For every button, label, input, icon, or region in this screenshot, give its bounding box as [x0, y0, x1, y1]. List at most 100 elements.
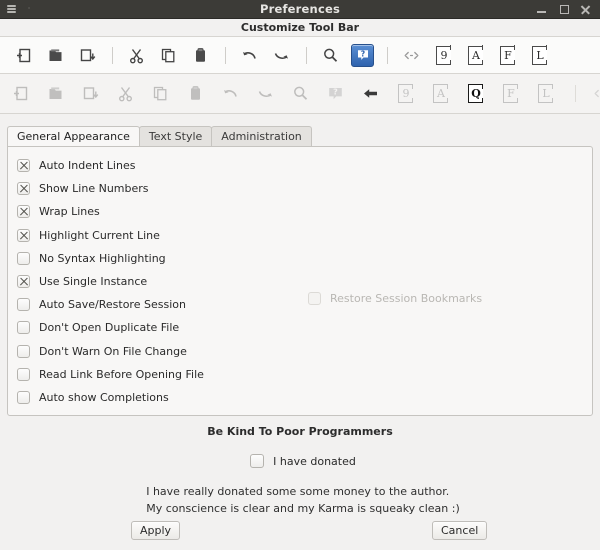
redo-icon[interactable] — [268, 42, 295, 69]
code-tags-icon[interactable] — [398, 42, 425, 69]
checkbox[interactable] — [17, 390, 30, 404]
letterbox-face: 9 — [436, 45, 451, 65]
letter-l-box-icon[interactable]: L — [526, 42, 553, 69]
minimize-icon[interactable] — [536, 4, 547, 15]
option-label: Read Link Before Opening File — [39, 367, 204, 381]
option-auto-indent-lines[interactable]: Auto Indent Lines — [17, 154, 204, 177]
line-number-box-icon[interactable]: 9 — [430, 42, 457, 69]
undo-icon[interactable] — [236, 42, 263, 69]
letter-q-box-icon[interactable]: Q — [462, 80, 489, 107]
maximize-icon[interactable] — [558, 4, 569, 15]
hamburger-icon[interactable] — [7, 5, 16, 13]
open-folder-icon[interactable] — [42, 80, 69, 107]
line-number-box-icon[interactable]: 9 — [392, 80, 419, 107]
checkbox[interactable] — [17, 275, 30, 289]
search-icon[interactable] — [317, 42, 344, 69]
new-file-icon[interactable] — [7, 80, 34, 107]
window-title: Preferences — [259, 2, 341, 16]
general-options-right-column: Restore Session Bookmarks — [308, 287, 482, 310]
toolbar-separator — [306, 46, 307, 64]
option-restore-session-bookmarks: Restore Session Bookmarks — [308, 287, 482, 310]
available-toolbar[interactable]: ? 9 A Q F L — [0, 74, 600, 114]
letterbox-face: A — [433, 83, 448, 104]
new-file-icon[interactable] — [10, 42, 37, 69]
search-icon[interactable] — [287, 80, 314, 107]
letter-l-box-icon[interactable]: L — [532, 80, 559, 107]
tab-label: General Appearance — [17, 130, 130, 143]
checkbox[interactable] — [17, 344, 30, 358]
donation-message-line-1: I have really donated some some money to… — [146, 485, 450, 498]
paste-icon[interactable] — [182, 80, 209, 107]
checkbox[interactable] — [17, 205, 30, 219]
option-label: I have donated — [273, 454, 356, 468]
checkbox[interactable] — [17, 228, 30, 242]
letter-a-box-icon[interactable]: A — [462, 42, 489, 69]
open-folder-icon[interactable] — [42, 42, 69, 69]
copy-icon[interactable] — [147, 80, 174, 107]
help-icon[interactable]: ? — [322, 80, 349, 107]
dialog-button-bar: Apply Cancel — [0, 517, 600, 550]
donation-heading: Be Kind To Poor Programmers — [207, 425, 393, 438]
copy-icon[interactable] — [155, 42, 182, 69]
back-arrow-icon[interactable] — [357, 80, 384, 107]
help-button-face: ? — [351, 43, 374, 67]
tab-text-style[interactable]: Text Style — [138, 126, 213, 146]
apply-button[interactable]: Apply — [131, 521, 181, 540]
option-label: Auto Save/Restore Session — [39, 298, 186, 312]
donation-section: Be Kind To Poor Programmers I have donat… — [0, 416, 600, 517]
checkbox — [308, 292, 321, 306]
option-auto-show-completions[interactable]: Auto show Completions — [17, 386, 204, 409]
letter-a-box-icon[interactable]: A — [427, 80, 454, 107]
preferences-tabs[interactable]: General Appearance Text Style Administra… — [0, 125, 600, 146]
option-dont-warn-on-file-change[interactable]: Don't Warn On File Change — [17, 340, 204, 363]
letter-f-box-icon[interactable]: F — [494, 42, 521, 69]
save-file-icon[interactable] — [77, 80, 104, 107]
toolbar-separator — [575, 85, 576, 102]
option-use-single-instance[interactable]: Use Single Instance — [17, 270, 204, 293]
checkbox[interactable] — [17, 251, 30, 265]
save-file-icon[interactable] — [74, 42, 101, 69]
checkbox[interactable] — [17, 159, 30, 173]
checkbox[interactable] — [17, 367, 30, 381]
close-icon[interactable] — [580, 4, 591, 15]
option-read-link-before-opening-file[interactable]: Read Link Before Opening File — [17, 363, 204, 386]
active-toolbar[interactable]: ? 9 A F L — [0, 36, 600, 74]
cut-icon[interactable] — [123, 42, 150, 69]
option-label: Use Single Instance — [39, 275, 148, 289]
cut-icon[interactable] — [112, 80, 139, 107]
option-no-syntax-highlighting[interactable]: No Syntax Highlighting — [17, 247, 204, 270]
tab-label: Administration — [221, 130, 302, 143]
paste-icon[interactable] — [187, 42, 214, 69]
letterbox-face: 9 — [398, 83, 413, 104]
tab-administration[interactable]: Administration — [211, 126, 312, 146]
help-icon[interactable]: ? — [349, 42, 376, 69]
option-label: Highlight Current Line — [39, 228, 160, 242]
option-label: Auto show Completions — [39, 390, 169, 404]
option-show-line-numbers[interactable]: Show Line Numbers — [17, 177, 204, 200]
tab-general-appearance[interactable]: General Appearance — [7, 126, 140, 146]
cancel-button[interactable]: Cancel — [432, 521, 488, 540]
checkbox[interactable] — [250, 454, 265, 468]
option-auto-save-restore-session[interactable]: Auto Save/Restore Session — [17, 293, 204, 316]
checkbox[interactable] — [17, 182, 30, 196]
general-options-left-column: Auto Indent Lines Show Line Numbers Wrap… — [17, 154, 204, 409]
option-wrap-lines[interactable]: Wrap Lines — [17, 200, 204, 223]
option-label: Restore Session Bookmarks — [330, 292, 483, 306]
donation-message-line-2: My conscience is clear and my Karma is s… — [146, 502, 460, 515]
code-tags-icon[interactable] — [588, 80, 600, 107]
option-label: Wrap Lines — [39, 205, 100, 219]
titlebar-left-group: · — [0, 5, 33, 13]
option-dont-open-duplicate-file[interactable]: Don't Open Duplicate File — [17, 316, 204, 339]
letterbox-face: Q — [468, 83, 483, 104]
checkbox[interactable] — [17, 321, 30, 335]
letterbox-face: A — [468, 45, 483, 65]
toolbar-separator — [112, 46, 113, 64]
option-i-have-donated[interactable]: I have donated — [250, 454, 356, 468]
option-highlight-current-line[interactable]: Highlight Current Line — [17, 224, 204, 247]
toolbar-separator — [387, 46, 388, 64]
checkbox[interactable] — [17, 298, 30, 312]
undo-icon[interactable] — [217, 80, 244, 107]
redo-icon[interactable] — [252, 80, 279, 107]
letterbox-face: L — [538, 83, 553, 104]
letter-f-box-icon[interactable]: F — [497, 80, 524, 107]
